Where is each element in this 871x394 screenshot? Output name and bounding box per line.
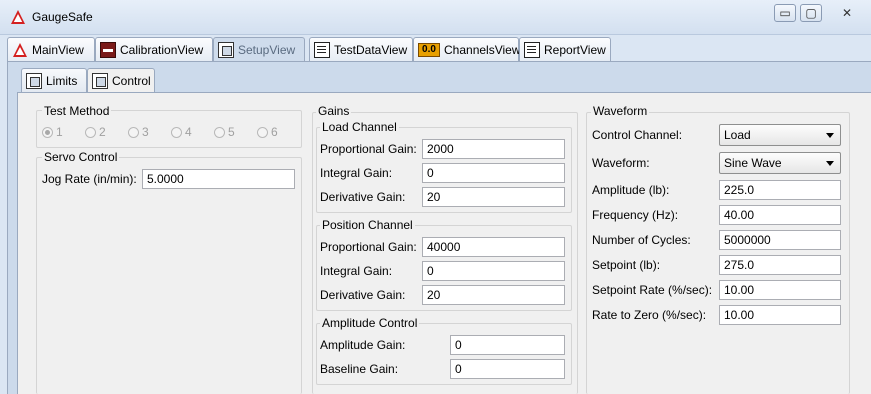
radio-dot	[214, 126, 225, 138]
radio-dot	[128, 126, 139, 138]
test-method-radio-1[interactable]: 1	[42, 125, 63, 139]
radio-label: 4	[185, 125, 192, 139]
cycles-label: Number of Cycles:	[592, 233, 691, 247]
tab-label: CalibrationView	[120, 42, 204, 57]
setpoint-input[interactable]: 275.0	[719, 255, 841, 275]
position-proportional-label: Proportional Gain:	[320, 240, 417, 254]
document-icon	[524, 41, 540, 58]
close-button[interactable]: ✕	[828, 4, 866, 22]
group-title: Amplitude Control	[320, 316, 420, 330]
window-title: GaugeSafe	[32, 10, 93, 24]
load-integral-label: Integral Gain:	[320, 166, 393, 180]
frequency-input[interactable]: 40.00	[719, 205, 841, 225]
baseline-gain-input[interactable]: 0	[450, 359, 565, 379]
tab-testdataview[interactable]: TestDataView	[309, 37, 413, 61]
waveform-label: Waveform:	[592, 156, 650, 170]
tab-label: Limits	[46, 73, 78, 88]
amplitude-gain-input[interactable]: 0	[450, 335, 565, 355]
document-icon	[314, 41, 330, 58]
tab-label: SetupView	[238, 42, 296, 57]
tab-mainview[interactable]: MainView	[7, 37, 95, 61]
position-integral-label: Integral Gain:	[320, 264, 393, 278]
setup-icon	[218, 41, 234, 58]
minimize-button[interactable]: ▭	[774, 4, 796, 22]
position-derivative-label: Derivative Gain:	[320, 288, 406, 302]
position-integral-input[interactable]: 0	[422, 261, 565, 281]
tab-label: TestDataView	[334, 42, 408, 57]
tab-label: ReportView	[544, 42, 606, 57]
baseline-gain-label: Baseline Gain:	[320, 362, 399, 376]
select-value: Sine Wave	[724, 156, 782, 170]
chevron-down-icon	[826, 133, 834, 138]
radio-label: 1	[56, 125, 63, 139]
amplitude-label: Amplitude (lb):	[592, 183, 670, 197]
waveform-select[interactable]: Sine Wave	[719, 152, 841, 174]
test-method-radio-4[interactable]: 4	[171, 125, 192, 139]
position-proportional-input[interactable]: 40000	[422, 237, 565, 257]
load-integral-input[interactable]: 0	[422, 163, 565, 183]
setpoint-rate-input[interactable]: 10.00	[719, 280, 841, 300]
group-title: Load Channel	[320, 120, 399, 134]
rate-to-zero-input[interactable]: 10.00	[719, 305, 841, 325]
control-channel-select[interactable]: Load	[719, 124, 841, 146]
tab-reportview[interactable]: ReportView	[519, 37, 611, 61]
group-title: Waveform	[591, 104, 650, 118]
group-title: Gains	[316, 104, 352, 118]
radio-label: 5	[228, 125, 235, 139]
main-tab-strip: MainView CalibrationView SetupView TestD…	[7, 37, 871, 61]
setup-icon	[92, 72, 108, 89]
setpoint-rate-label: Setpoint Rate (%/sec):	[592, 283, 713, 297]
servo-control-group	[36, 157, 302, 394]
tab-calibrationview[interactable]: CalibrationView	[95, 37, 213, 61]
calibration-icon	[100, 41, 116, 58]
load-proportional-label: Proportional Gain:	[320, 142, 417, 156]
radio-label: 2	[99, 125, 106, 139]
jog-rate-label: Jog Rate (in/min):	[42, 172, 137, 186]
title-bar[interactable]: GaugeSafe ▭ ▢ ✕	[0, 0, 871, 35]
amplitude-gain-label: Amplitude Gain:	[320, 338, 406, 352]
radio-dot	[42, 126, 53, 138]
group-title: Test Method	[42, 104, 112, 118]
control-channel-label: Control Channel:	[592, 128, 683, 142]
test-method-radio-5[interactable]: 5	[214, 125, 235, 139]
maximize-button[interactable]: ▢	[800, 4, 822, 22]
tab-setupview[interactable]: SetupView	[213, 37, 305, 61]
tab-label: MainView	[32, 42, 84, 57]
radio-dot	[85, 126, 96, 138]
warning-triangle-icon	[13, 42, 27, 57]
rate-to-zero-label: Rate to Zero (%/sec):	[592, 308, 707, 322]
radio-label: 6	[271, 125, 278, 139]
test-method-radio-6[interactable]: 6	[257, 125, 278, 139]
position-derivative-input[interactable]: 20	[422, 285, 565, 305]
tab-control[interactable]: Control	[87, 68, 155, 92]
frequency-label: Frequency (Hz):	[592, 208, 679, 222]
tab-label: ChannelsView	[444, 42, 521, 57]
jog-rate-input[interactable]: 5.0000	[142, 169, 295, 189]
setpoint-label: Setpoint (lb):	[592, 258, 661, 272]
cycles-input[interactable]: 5000000	[719, 230, 841, 250]
radio-dot	[257, 126, 268, 138]
setup-icon	[26, 72, 42, 89]
chevron-down-icon	[826, 161, 834, 166]
channels-icon: 0.0	[418, 42, 440, 57]
amplitude-input[interactable]: 225.0	[719, 180, 841, 200]
load-proportional-input[interactable]: 2000	[422, 139, 565, 159]
window-left-border	[0, 61, 7, 394]
radio-dot	[171, 126, 182, 138]
test-method-radio-2[interactable]: 2	[85, 125, 106, 139]
radio-label: 3	[142, 125, 149, 139]
group-title: Servo Control	[42, 150, 120, 164]
tab-label: Control	[112, 73, 151, 88]
group-title: Position Channel	[320, 218, 415, 232]
load-derivative-input[interactable]: 20	[422, 187, 565, 207]
select-value: Load	[724, 128, 751, 142]
app-logo-icon	[11, 10, 25, 24]
tab-limits[interactable]: Limits	[21, 68, 87, 92]
test-method-radio-3[interactable]: 3	[128, 125, 149, 139]
load-derivative-label: Derivative Gain:	[320, 190, 406, 204]
tab-channelsview[interactable]: 0.0 ChannelsView	[413, 37, 521, 61]
